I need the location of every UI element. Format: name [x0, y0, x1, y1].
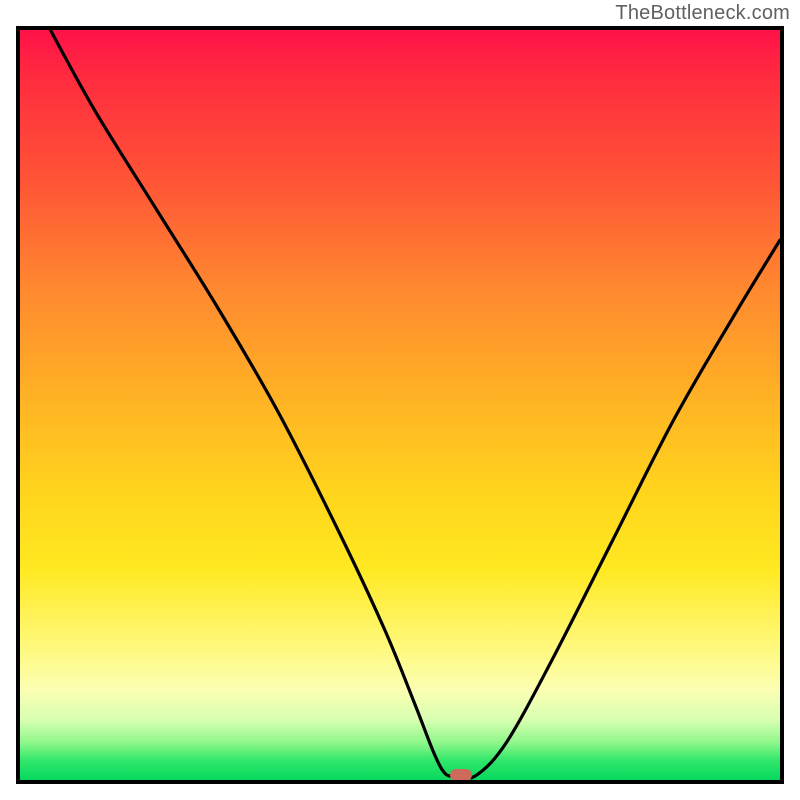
optimal-point-marker [450, 769, 472, 781]
chart-area [16, 26, 784, 784]
watermark-text: TheBottleneck.com [615, 2, 790, 25]
bottleneck-curve-line [20, 30, 780, 780]
